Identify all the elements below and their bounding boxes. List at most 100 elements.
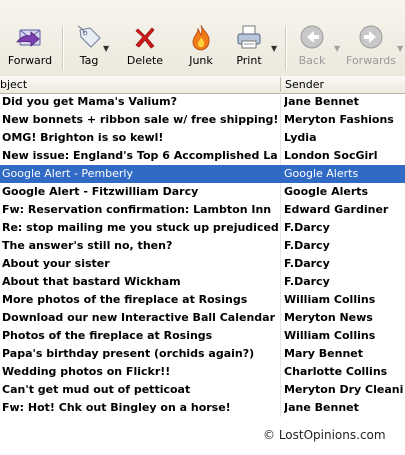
message-subject: Can't get mud out of petticoat	[2, 383, 191, 396]
message-subject: Download our new Interactive Ball Calend…	[2, 311, 276, 324]
message-sender: Mary Bennet	[284, 347, 364, 360]
print-button[interactable]: Print	[229, 22, 269, 72]
row-column-divider	[280, 183, 281, 201]
message-subject: Fw: Reservation confirmation: Lambton In…	[2, 203, 272, 216]
message-sender: Google Alerts	[284, 167, 359, 180]
forward-button[interactable]: Forward	[6, 22, 54, 72]
message-row[interactable]: Fw: Reservation confirmation: Lambton In…	[0, 201, 405, 219]
message-list: Did you get Mama's Valium? Jane Bennet New…	[0, 93, 405, 417]
message-subject: New bonnets + ribbon sale w/ free shippi…	[2, 113, 278, 126]
toolbar: Forward Tag ▼ Delete Junk Print ▼ Back ▼…	[0, 0, 405, 77]
message-subject: About your sister	[2, 257, 110, 270]
back-label: Back	[298, 54, 326, 67]
message-sender: F.Darcy	[284, 239, 330, 252]
message-row[interactable]: Did you get Mama's Valium? Jane Bennet	[0, 93, 405, 111]
row-column-divider	[280, 147, 281, 165]
row-column-divider	[280, 381, 281, 399]
row-column-divider	[280, 399, 281, 417]
toolbar-separator	[285, 26, 287, 70]
tag-label: Tag	[79, 54, 99, 67]
print-icon	[237, 25, 261, 49]
message-sender: F.Darcy	[284, 275, 330, 288]
message-sender: William Collins	[284, 329, 376, 342]
print-label: Print	[236, 54, 262, 67]
message-sender: Jane Bennet	[284, 401, 359, 414]
message-sender: Charlotte Collins	[284, 365, 388, 378]
message-subject: Fw: Hot! Chk out Bingley on a horse!	[2, 401, 231, 414]
row-column-divider	[280, 165, 281, 183]
message-row[interactable]: New bonnets + ribbon sale w/ free shippi…	[0, 111, 405, 129]
row-column-divider	[280, 255, 281, 273]
delete-label: Delete	[126, 54, 164, 67]
message-sender: Edward Gardiner	[284, 203, 389, 216]
message-row[interactable]: Can't get mud out of petticoat Meryton Dr…	[0, 381, 405, 399]
message-subject: Did you get Mama's Valium?	[2, 95, 177, 108]
tag-icon	[77, 25, 101, 48]
message-row[interactable]: Papa's birthday present (orchids again?)…	[0, 345, 405, 363]
junk-button[interactable]: Junk	[181, 22, 221, 72]
row-column-divider	[280, 345, 281, 363]
message-subject: Google Alert - Pemberly	[2, 167, 133, 180]
toolbar-separator	[62, 26, 64, 70]
message-row[interactable]: Google Alert - Fitzwilliam Darcy Google A…	[0, 183, 405, 201]
message-sender: F.Darcy	[284, 257, 330, 270]
back-arrow-icon	[300, 25, 324, 49]
message-row[interactable]: Fw: Hot! Chk out Bingley on a horse! Jane…	[0, 399, 405, 417]
forward-arrow-icon	[359, 25, 383, 49]
message-sender: Lydia	[284, 131, 317, 144]
message-sender: F.Darcy	[284, 221, 330, 234]
row-column-divider	[280, 93, 281, 111]
junk-label: Junk	[189, 54, 213, 67]
forwards-button[interactable]: Forwards	[345, 22, 397, 72]
delete-icon	[135, 27, 155, 49]
forwards-label: Forwards	[346, 54, 396, 67]
message-sender: William Collins	[284, 293, 376, 306]
message-sender: Jane Bennet	[284, 95, 359, 108]
watermark-credit: © LostOpinions.com	[263, 428, 386, 442]
row-column-divider	[280, 237, 281, 255]
junk-flame-icon	[192, 24, 210, 51]
message-subject: Wedding photos on Flickr!!	[2, 365, 171, 378]
sender-column-header[interactable]: Sender	[285, 78, 324, 91]
forwards-dropdown-icon[interactable]: ▼	[397, 44, 403, 53]
message-subject: Papa's birthday present (orchids again?)	[2, 347, 255, 360]
message-row[interactable]: Re: stop mailing me you stuck up prejudi…	[0, 219, 405, 237]
delete-button[interactable]: Delete	[123, 22, 167, 72]
forward-icon	[16, 29, 41, 47]
message-subject: More photos of the fireplace at Rosings	[2, 293, 248, 306]
row-column-divider	[280, 327, 281, 345]
message-row[interactable]: Photos of the fireplace at Rosings Willia…	[0, 327, 405, 345]
message-row[interactable]: About that bastard Wickham F.Darcy	[0, 273, 405, 291]
print-dropdown-icon[interactable]: ▼	[271, 44, 277, 53]
forward-label: Forward	[7, 54, 53, 67]
row-column-divider	[280, 219, 281, 237]
message-row[interactable]: More photos of the fireplace at Rosings W…	[0, 291, 405, 309]
row-column-divider	[280, 309, 281, 327]
row-column-divider	[280, 129, 281, 147]
row-column-divider	[280, 111, 281, 129]
message-row[interactable]: The answer's still no, then? F.Darcy	[0, 237, 405, 255]
message-row[interactable]: OMG! Brighton is so kewl! Lydia	[0, 129, 405, 147]
message-sender: Meryton Fashions	[284, 113, 394, 126]
message-row[interactable]: About your sister F.Darcy	[0, 255, 405, 273]
column-divider[interactable]	[280, 77, 281, 92]
message-sender: Google Alerts	[284, 185, 369, 198]
message-sender: Meryton News	[284, 311, 373, 324]
row-column-divider	[280, 363, 281, 381]
back-dropdown-icon[interactable]: ▼	[334, 44, 340, 53]
message-row[interactable]: Wedding photos on Flickr!! Charlotte Coll…	[0, 363, 405, 381]
message-sender: Meryton Dry Cleaning	[284, 383, 404, 396]
message-subject: Photos of the fireplace at Rosings	[2, 329, 213, 342]
message-subject: The answer's still no, then?	[2, 239, 173, 252]
message-subject: About that bastard Wickham	[2, 275, 181, 288]
row-column-divider	[280, 201, 281, 219]
subject-column-header[interactable]: bject	[0, 78, 27, 91]
back-button[interactable]: Back	[292, 22, 332, 72]
message-row[interactable]: Google Alert - Pemberly Google Alerts	[0, 165, 405, 183]
message-row[interactable]: Download our new Interactive Ball Calend…	[0, 309, 405, 327]
message-row[interactable]: New issue: England's Top 6 Accomplished …	[0, 147, 405, 165]
message-subject: OMG! Brighton is so kewl!	[2, 131, 164, 144]
row-column-divider	[280, 273, 281, 291]
column-header: bject Sender	[0, 76, 405, 94]
tag-dropdown-icon[interactable]: ▼	[103, 44, 109, 53]
